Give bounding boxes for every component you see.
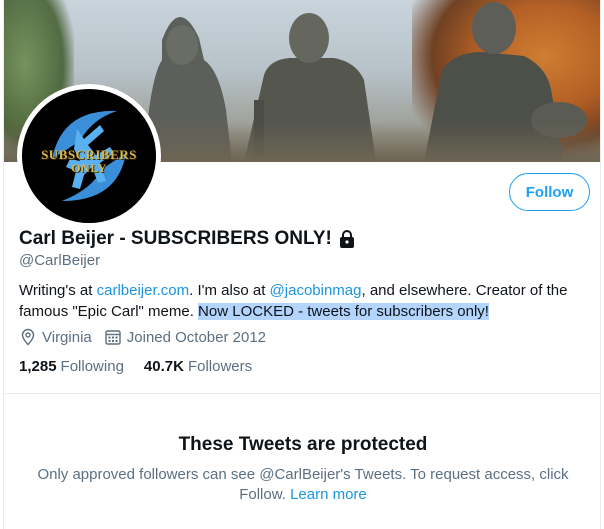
- profile-meta: Virginia Joined October 2012: [19, 328, 278, 346]
- bio-link-mention[interactable]: @jacobinmag: [270, 282, 362, 299]
- profile-bio: Writing's at carlbeijer.com. I'm also at…: [19, 280, 589, 322]
- learn-more-link[interactable]: Learn more: [290, 486, 367, 503]
- avatar[interactable]: SUBSCRIBERS ONLY: [17, 84, 161, 228]
- followers-count: 40.7K: [143, 358, 184, 375]
- calendar-icon: [105, 330, 121, 345]
- avatar-image: SUBSCRIBERS ONLY: [22, 89, 156, 223]
- joined-item: Joined October 2012: [104, 328, 266, 346]
- follow-button[interactable]: Follow: [509, 173, 590, 211]
- location-text: Virginia: [42, 328, 92, 346]
- section-divider: [4, 393, 600, 394]
- lock-icon: [337, 229, 357, 249]
- following-count: 1,285: [19, 358, 57, 375]
- protected-message: Only approved followers can see @CarlBei…: [26, 465, 580, 505]
- bio-text-1: Writing's at: [19, 282, 97, 299]
- joined-text: Joined October 2012: [126, 328, 267, 346]
- followers-label: Followers: [187, 358, 253, 375]
- bio-highlighted-text: Now LOCKED - tweets for subscribers only…: [198, 303, 489, 320]
- profile-page: SUBSCRIBERS ONLY Follow Carl Beijer - SU…: [3, 0, 601, 529]
- profile-name-row: Carl Beijer - SUBSCRIBERS ONLY!: [19, 228, 357, 250]
- bio-link-website[interactable]: carlbeijer.com: [97, 282, 190, 299]
- followers-link[interactable]: 40.7K Followers: [144, 358, 252, 375]
- bio-text-2: . I'm also at: [189, 282, 270, 299]
- avatar-text-line2: ONLY: [71, 161, 107, 175]
- location-item: Virginia: [19, 328, 92, 346]
- protected-title: These Tweets are protected: [178, 434, 428, 455]
- follow-counts: 1,285 Following 40.7K Followers: [19, 358, 272, 375]
- following-label: Following: [60, 358, 124, 375]
- profile-handle: @CarlBeijer: [19, 252, 101, 269]
- profile-name: Carl Beijer - SUBSCRIBERS ONLY!: [19, 228, 332, 249]
- location-pin-icon: [21, 328, 35, 346]
- following-link[interactable]: 1,285 Following: [19, 358, 124, 375]
